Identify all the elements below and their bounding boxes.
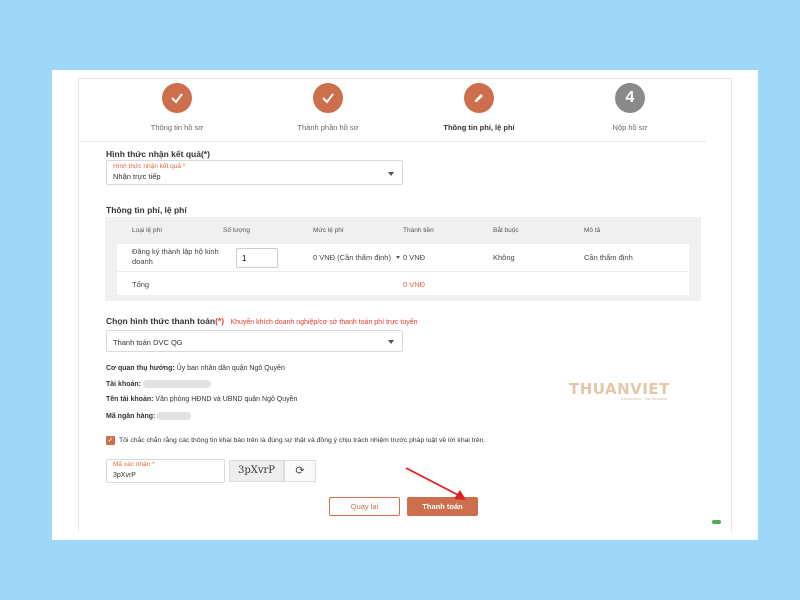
stepper-divider bbox=[78, 141, 706, 142]
result-method-float-label: Hình thức nhận kết quả * bbox=[113, 163, 186, 170]
fee-table: Loại lệ phí Số lượng Mức lệ phí Thành ti… bbox=[105, 217, 701, 301]
captcha-value: 3pXvrP bbox=[113, 472, 136, 479]
captcha-float-label: Mã xác nhận * bbox=[113, 461, 155, 468]
fee-header-type: Loại lệ phí bbox=[132, 227, 162, 234]
fee-type: Đăng ký thành lập hộ kinh doanh bbox=[132, 247, 219, 266]
step-1[interactable]: Thông tin hồ sơ bbox=[122, 83, 232, 132]
payment-section-title: Chọn hình thức thanh toán(*) Khuyến khíc… bbox=[106, 316, 418, 326]
thuanviet-logo: THUANVIET Accounting · Tax Services bbox=[569, 380, 669, 410]
redacted-value bbox=[157, 412, 192, 420]
result-method-title: Hình thức nhận kết quả(*) bbox=[106, 149, 210, 159]
commitment-text: Tôi chắc chắn rằng các thông tin khai bá… bbox=[119, 437, 486, 444]
beneficiary-bank-code: Mã ngân hàng: bbox=[106, 412, 192, 420]
total-value: 0 VNĐ bbox=[403, 280, 426, 289]
back-button[interactable]: Quay lại bbox=[329, 497, 400, 516]
fee-description: Cần thẩm định bbox=[584, 253, 633, 262]
fee-header-rate: Mức lệ phí bbox=[313, 227, 344, 234]
fee-header-description: Mô tả bbox=[584, 227, 601, 234]
captcha-image: 3pXvrP bbox=[229, 460, 284, 482]
fee-header-quantity: Số lượng bbox=[223, 227, 251, 234]
result-method-value: Nhận trực tiếp bbox=[113, 172, 161, 181]
payment-method-select[interactable]: Thanh toán DVC QG bbox=[106, 330, 403, 352]
chevron-down-icon[interactable] bbox=[396, 256, 400, 259]
table-row: Đăng ký thành lập hộ kinhdoanh 0 VNĐ (Cầ… bbox=[117, 244, 689, 271]
refresh-icon[interactable]: ⟳ bbox=[284, 460, 316, 482]
payment-hint: Khuyến khích doanh nghiệp/cơ sở thanh to… bbox=[230, 319, 418, 326]
fee-header-required: Bắt buộc bbox=[493, 227, 519, 234]
step-label: Nộp hồ sơ bbox=[612, 123, 648, 132]
step-4[interactable]: 4 Nộp hồ sơ bbox=[575, 83, 685, 132]
chevron-down-icon bbox=[388, 172, 394, 176]
step-number: 4 bbox=[615, 83, 645, 113]
total-label: Tổng bbox=[132, 280, 150, 289]
step-label: Thành phần hồ sơ bbox=[297, 123, 359, 132]
status-indicator bbox=[712, 520, 721, 524]
step-2[interactable]: Thành phần hồ sơ bbox=[273, 83, 383, 132]
step-3[interactable]: Thông tin phí, lệ phí bbox=[424, 83, 534, 132]
fee-amount: 0 VNĐ bbox=[403, 253, 426, 262]
fee-header-amount: Thành tiền bbox=[403, 227, 434, 234]
table-row: Tổng 0 VNĐ bbox=[117, 271, 689, 295]
pencil-icon bbox=[464, 83, 494, 113]
captcha-input[interactable]: Mã xác nhận * 3pXvrP bbox=[106, 459, 225, 483]
red-arrow-icon bbox=[405, 467, 466, 500]
payment-method-value: Thanh toán DVC QG bbox=[113, 338, 183, 347]
fee-required: Không bbox=[493, 253, 515, 262]
beneficiary-agency: Cơ quan thụ hưởng: Ủy ban nhân dân quận … bbox=[106, 365, 285, 372]
result-method-select[interactable]: Hình thức nhận kết quả * Nhận trực tiếp bbox=[106, 160, 403, 185]
chevron-down-icon bbox=[388, 340, 394, 344]
commitment-checkbox[interactable]: ✓ bbox=[106, 436, 115, 445]
step-label: Thông tin hồ sơ bbox=[150, 123, 204, 132]
fee-rate: 0 VNĐ (Cần thẩm định) bbox=[313, 253, 391, 262]
fee-section-title: Thông tin phí, lệ phí bbox=[106, 205, 187, 215]
beneficiary-account: Tài khoản: bbox=[106, 380, 211, 388]
check-icon bbox=[313, 83, 343, 113]
redacted-value bbox=[142, 380, 211, 388]
quantity-input[interactable] bbox=[236, 248, 278, 268]
check-icon bbox=[162, 83, 192, 113]
step-label: Thông tin phí, lệ phí bbox=[443, 123, 515, 132]
beneficiary-account-name: Tên tài khoản: Văn phòng HĐND và UBND qu… bbox=[106, 396, 298, 403]
